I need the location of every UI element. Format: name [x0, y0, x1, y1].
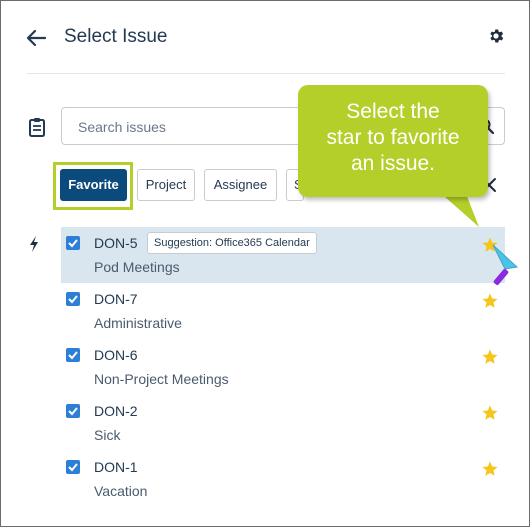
favorite-highlight-box [53, 162, 133, 210]
star-icon[interactable] [481, 292, 499, 310]
issue-key: DON-6 [94, 347, 138, 363]
star-icon[interactable] [481, 460, 499, 478]
issue-summary: Pod Meetings [94, 259, 180, 275]
clipboard-icon [29, 118, 45, 137]
issue-summary: Sick [94, 427, 121, 443]
issue-key: DON-2 [94, 403, 138, 419]
back-arrow-icon[interactable] [25, 25, 47, 51]
suggestion-badge: Suggestion: Office365 Calendar [147, 232, 317, 254]
star-icon[interactable] [481, 404, 499, 422]
issue-summary: Vacation [94, 483, 148, 499]
issue-row[interactable]: DON-1 Vacation [61, 451, 505, 507]
issue-row[interactable]: DON-5 Suggestion: Office365 Calendar Pod… [61, 227, 505, 283]
callout-tooltip: Select the star to favorite an issue. [298, 85, 488, 197]
mouse-cursor-icon [492, 244, 519, 286]
lightning-icon [30, 236, 38, 252]
gear-icon[interactable] [487, 27, 505, 45]
issue-row[interactable]: DON-2 Sick [61, 395, 505, 451]
checkbox[interactable] [66, 404, 80, 418]
checkbox[interactable] [66, 460, 80, 474]
checkbox[interactable] [66, 348, 80, 362]
callout-line-2: star to favorite [326, 126, 460, 149]
star-icon[interactable] [481, 348, 499, 366]
select-issue-panel: Select Issue Favorite Project Assignee S… [0, 0, 530, 527]
checkbox[interactable] [66, 236, 80, 250]
issue-row[interactable]: DON-7 Administrative [61, 283, 505, 339]
page-title: Select Issue [64, 26, 168, 47]
issue-summary: Non-Project Meetings [94, 371, 229, 387]
filter-project-button[interactable]: Project [137, 169, 195, 201]
issue-key: DON-5 [94, 235, 138, 251]
filter-assignee-button[interactable]: Assignee [204, 169, 277, 201]
callout-line-3: an issue. [350, 152, 436, 175]
checkbox[interactable] [66, 292, 80, 306]
header-divider [27, 73, 505, 74]
callout-line-1: Select the [346, 100, 440, 123]
header: Select Issue [1, 1, 529, 73]
issue-row[interactable]: DON-6 Non-Project Meetings [61, 339, 505, 395]
issue-summary: Administrative [94, 315, 182, 331]
issue-key: DON-7 [94, 291, 138, 307]
issue-key: DON-1 [94, 459, 138, 475]
